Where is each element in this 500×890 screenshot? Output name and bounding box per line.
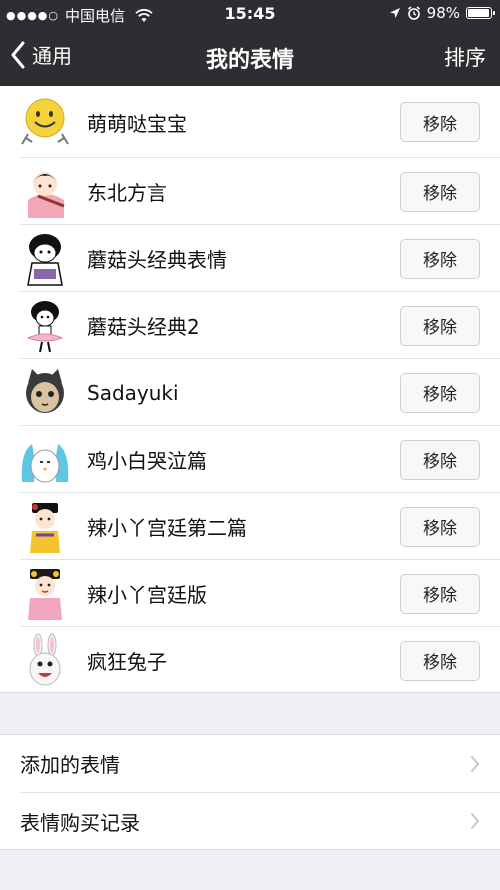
cell-label: 添加的表情 [20, 753, 120, 777]
sticker-pack-name: 东北方言 [87, 181, 167, 205]
added-stickers-cell[interactable]: 添加的表情 [0, 735, 500, 792]
sticker-pack-row: 疯狂兔子 移除 [0, 627, 500, 694]
remove-button[interactable]: 移除 [400, 506, 480, 547]
remove-button[interactable]: 移除 [400, 238, 480, 279]
remove-button[interactable]: 移除 [400, 102, 480, 142]
remove-button[interactable]: 移除 [400, 640, 480, 681]
page-title: 我的表情 [205, 48, 294, 73]
sticker-pack-name: 辣小丫宫廷第二篇 [87, 516, 247, 540]
chevron-right-icon [471, 813, 480, 829]
mushroom-head-icon [18, 231, 72, 287]
battery-percent: 98% [426, 4, 460, 22]
mushroom-head-ballet-icon [18, 298, 72, 354]
remove-button[interactable]: 移除 [400, 439, 480, 480]
alarm-icon [407, 6, 420, 20]
top-bar: ●●●●○ 中国电信 15:45 98% 通用 我的表情 排序 [0, 0, 500, 86]
remove-button[interactable]: 移除 [400, 573, 480, 614]
sticker-pack-name: 疯狂兔子 [87, 650, 167, 674]
palace-girl-icon [18, 499, 72, 555]
navigation-bar: 通用 我的表情 排序 [0, 28, 500, 86]
sticker-pack-list: 萌萌哒宝宝 移除 东北方言 移除 蘑菇头经典表情 移除 蘑菇头经典2 移除 Sa… [0, 86, 500, 693]
rabbid-icon [18, 633, 72, 689]
sticker-settings-group: 添加的表情 表情购买记录 [0, 734, 500, 850]
smiley-icon [18, 94, 72, 150]
sticker-pack-row: 蘑菇头经典2 移除 [0, 292, 500, 359]
remove-button[interactable]: 移除 [400, 372, 480, 413]
location-arrow-icon [389, 8, 400, 18]
palace-girl-pink-icon [18, 566, 72, 622]
sticker-pack-row: 辣小丫宫廷第二篇 移除 [0, 493, 500, 560]
sticker-pack-name: 辣小丫宫廷版 [87, 583, 207, 607]
crying-chick-icon [18, 432, 72, 488]
sticker-pack-row: Sadayuki 移除 [0, 359, 500, 426]
remove-button[interactable]: 移除 [400, 305, 480, 346]
sticker-pack-name: 蘑菇头经典2 [87, 315, 200, 339]
status-right: 98% [389, 4, 495, 22]
purchase-history-cell[interactable]: 表情购买记录 [20, 792, 500, 849]
chevron-right-icon [471, 755, 480, 772]
battery-icon [466, 7, 495, 19]
sticker-pack-row: 蘑菇头经典表情 移除 [0, 225, 500, 292]
girl-flute-icon [18, 164, 72, 220]
sticker-pack-name: 萌萌哒宝宝 [87, 111, 187, 136]
cat-face-icon [18, 365, 72, 421]
sticker-pack-name: 鸡小白哭泣篇 [87, 449, 207, 473]
sticker-pack-row: 萌萌哒宝宝 移除 [0, 86, 500, 158]
sticker-pack-row: 东北方言 移除 [0, 158, 500, 225]
remove-button[interactable]: 移除 [400, 171, 480, 212]
cell-label: 表情购买记录 [20, 810, 140, 835]
sticker-pack-row: 鸡小白哭泣篇 移除 [0, 426, 500, 493]
sticker-pack-name: Sadayuki [87, 380, 179, 405]
status-bar: ●●●●○ 中国电信 15:45 98% [0, 0, 500, 28]
sort-button[interactable]: 排序 [444, 42, 486, 72]
sticker-pack-name: 蘑菇头经典表情 [87, 248, 227, 272]
battery-fill [468, 9, 489, 17]
sticker-pack-row: 辣小丫宫廷版 移除 [0, 560, 500, 627]
